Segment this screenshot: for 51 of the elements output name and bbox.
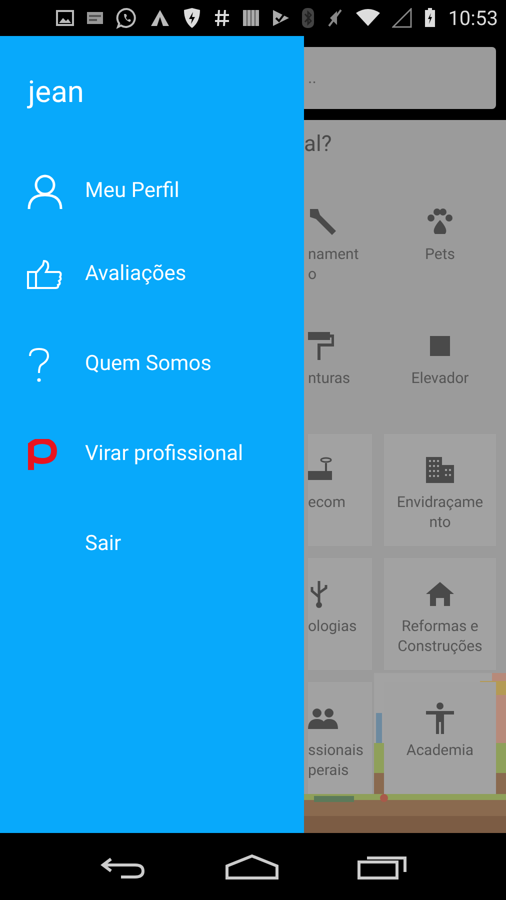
category-card[interactable]: ecom (308, 434, 372, 546)
paw-icon (425, 208, 455, 236)
category-label: nturas (308, 368, 350, 388)
category-label: Pets (425, 244, 455, 264)
logo-icon (27, 439, 57, 471)
signal-icon (392, 8, 412, 28)
muted-icon (326, 8, 344, 28)
building-icon (426, 457, 454, 483)
chat-icon (116, 7, 138, 29)
recent-apps-icon[interactable] (357, 854, 407, 880)
category-card[interactable]: Envidraçame nto (384, 434, 496, 546)
hash-icon (214, 9, 230, 27)
menu-item[interactable]: Virar profissional (85, 439, 244, 471)
category-label: ecom (308, 492, 346, 512)
heading: al? (304, 131, 333, 159)
category-label: Reformas e Construções (398, 616, 482, 656)
bluetooth-icon (302, 8, 314, 28)
category-label: nament o (308, 244, 359, 284)
wifi-icon (356, 9, 380, 27)
router-icon (308, 457, 334, 483)
wrench-icon (308, 207, 338, 237)
category-label: Envidraçame nto (396, 492, 484, 532)
menu-item[interactable]: Sair (85, 529, 122, 561)
thumbs-up-icon (27, 260, 63, 290)
battery-icon (424, 8, 436, 28)
house-icon (425, 581, 455, 607)
menu-item[interactable]: Meu Perfil (85, 176, 180, 208)
menu-item[interactable]: Avaliações (85, 259, 186, 291)
barcode-icon (242, 9, 260, 27)
search-field[interactable]: .. (304, 47, 496, 109)
category-card[interactable]: Reformas e Construções (384, 558, 496, 670)
question-mark-icon (27, 347, 51, 383)
card-icon (86, 10, 104, 26)
menu-item[interactable]: Quem Somos (85, 349, 212, 381)
placeholder-text: .. (308, 67, 316, 89)
category-card[interactable]: ssionais perais (308, 682, 372, 794)
person-icon (27, 174, 63, 210)
square-icon (430, 336, 450, 356)
category-label: Elevador (411, 368, 469, 388)
category-card[interactable]: ologias (308, 558, 372, 670)
category-label: ologias (308, 616, 357, 636)
category-label: ssionais perais (308, 740, 364, 780)
triangle-icon (150, 8, 170, 28)
clock-time: 10:53 (448, 8, 498, 28)
user-name: jean (28, 78, 85, 108)
paint-roller-icon (308, 331, 334, 361)
shield-icon (182, 7, 202, 29)
image-icon (56, 10, 74, 26)
home-icon[interactable] (225, 854, 279, 880)
people-icon (308, 707, 338, 729)
usb-icon (308, 579, 330, 609)
